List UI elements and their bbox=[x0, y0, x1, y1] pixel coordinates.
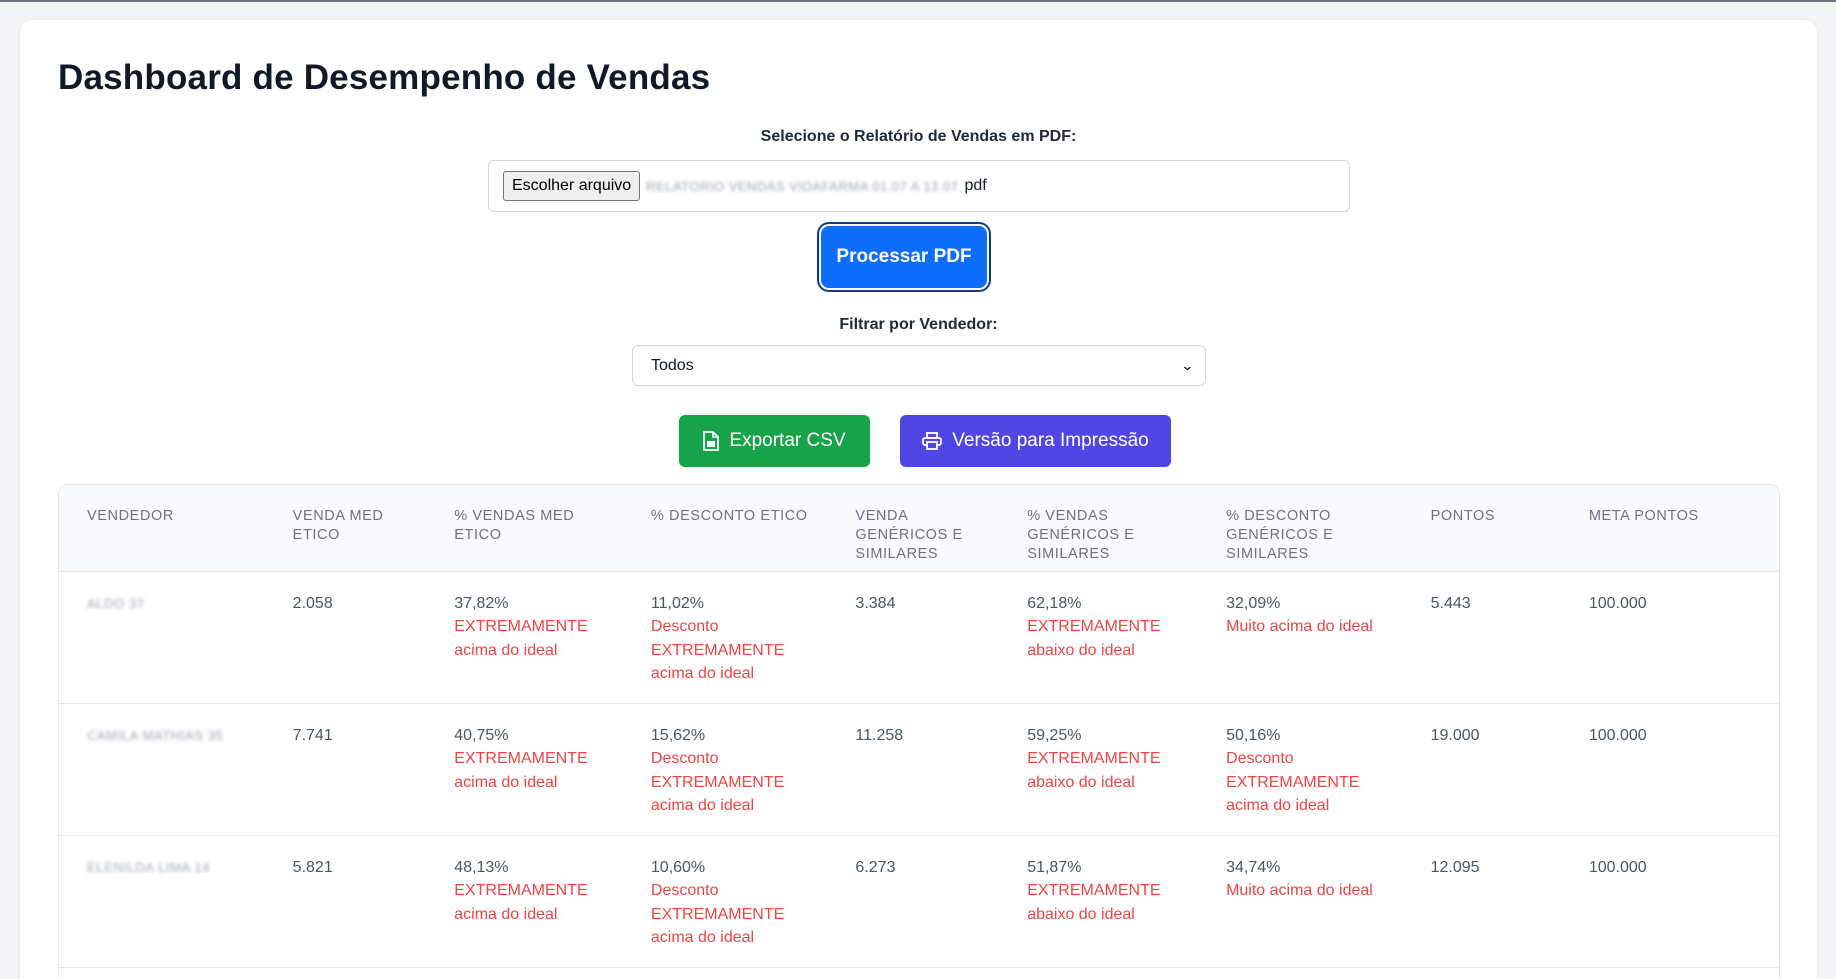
process-pdf-button[interactable]: Processar PDF bbox=[821, 226, 987, 288]
warning-note: Desconto EXTREMAMENTE acima do ideal bbox=[650, 882, 785, 946]
seller-filter-select[interactable]: Todos ⌄ bbox=[632, 345, 1206, 386]
value: 40,75% bbox=[454, 726, 509, 744]
file-input[interactable]: Escolher arquivo RELATORIO VENDAS VIDAFA… bbox=[488, 160, 1350, 212]
venda-med-etico-cell: 7.741 bbox=[264, 703, 427, 836]
warning-note: EXTREMAMENTE abaixo do ideal bbox=[1027, 750, 1161, 791]
table-header-row: VENDEDOR VENDA MED ETICO % VENDAS MED ET… bbox=[59, 485, 1779, 572]
venda-med-etico-cell: 5.821 bbox=[264, 835, 427, 968]
printer-icon bbox=[922, 432, 943, 450]
meta-pontos-cell: 100.000 bbox=[1560, 703, 1779, 836]
pct-vendas-genericos-cell: 62,18% EXTREMAMENTE abaixo do ideal bbox=[999, 571, 1199, 704]
print-version-label: Versão para Impressão bbox=[952, 430, 1149, 451]
pontos-cell: 19.000 bbox=[1402, 703, 1561, 836]
warning-note: EXTREMAMENTE abaixo do ideal bbox=[1027, 882, 1161, 923]
warning-note: Muito acima do ideal bbox=[1226, 882, 1373, 899]
value: 37,82% bbox=[454, 594, 509, 612]
venda-genericos-cell: 11.258 bbox=[827, 703, 1000, 836]
seller-filter-value: Todos bbox=[651, 356, 694, 374]
column-header[interactable]: META PONTOS bbox=[1560, 485, 1779, 572]
seller-name-blurred: ELENILDA LIMA 14 bbox=[87, 859, 211, 875]
warning-note: EXTREMAMENTE acima do ideal bbox=[454, 618, 588, 659]
seller-name-blurred: CAMILA MATHIAS 35 bbox=[87, 727, 224, 743]
value: 59,25% bbox=[1027, 726, 1082, 744]
print-version-button[interactable]: Versão para Impressão bbox=[900, 415, 1171, 467]
column-header[interactable]: VENDA MED ETICO bbox=[264, 485, 427, 572]
dashboard-card: Dashboard de Desempenho de Vendas Seleci… bbox=[20, 20, 1817, 979]
pct-vendas-genericos-cell: 59,25% EXTREMAMENTE abaixo do ideal bbox=[999, 703, 1199, 836]
pct-vendas-med-etico-cell: 40,75% EXTREMAMENTE acima do ideal bbox=[426, 703, 623, 836]
warning-note: Desconto EXTREMAMENTE acima do ideal bbox=[650, 750, 785, 814]
warning-note: Desconto EXTREMAMENTE acima do ideal bbox=[650, 618, 785, 682]
seller-name-blurred: ALDO 37 bbox=[87, 595, 145, 611]
column-header[interactable]: % VENDAS GENÉRICOS E SIMILARES bbox=[999, 485, 1199, 572]
pct-desconto-genericos-cell: 50,16% Desconto EXTREMAMENTE acima do ide… bbox=[1198, 703, 1403, 836]
warning-note: Muito acima do ideal bbox=[1226, 618, 1373, 635]
value: 51,87% bbox=[1027, 858, 1082, 876]
pct-vendas-med-etico-cell: 48,13% EXTREMAMENTE acima do ideal bbox=[426, 835, 623, 968]
chevron-down-icon: ⌄ bbox=[1180, 357, 1195, 373]
column-header[interactable]: VENDEDOR bbox=[59, 485, 265, 572]
value: 50,16% bbox=[1226, 726, 1281, 744]
pontos-cell: 12.095 bbox=[1402, 835, 1561, 968]
seller-cell: ELENILDA LIMA 14 bbox=[59, 835, 265, 968]
file-name-blurred: RELATORIO VENDAS VIDAFARMA 01.07 A 13.07… bbox=[646, 178, 963, 194]
value: 11,02% bbox=[650, 594, 704, 612]
pontos-cell: 5.443 bbox=[1402, 571, 1561, 704]
export-csv-button[interactable]: Exportar CSV bbox=[679, 415, 870, 467]
seller-cell: ALDO 37 bbox=[59, 571, 265, 704]
warning-note: EXTREMAMENTE acima do ideal bbox=[454, 750, 588, 791]
sales-table: VENDEDOR VENDA MED ETICO % VENDAS MED ET… bbox=[59, 485, 1779, 968]
pct-desconto-etico-cell: 11,02% Desconto EXTREMAMENTE acima do ide… bbox=[622, 571, 828, 704]
meta-pontos-cell: 100.000 bbox=[1560, 835, 1779, 968]
table-row: ALDO 37 2.058 37,82% EXTREMAMENTE acima d… bbox=[59, 571, 1779, 704]
column-header[interactable]: % DESCONTO GENÉRICOS E SIMILARES bbox=[1198, 485, 1403, 572]
column-header[interactable]: PONTOS bbox=[1402, 485, 1561, 572]
value: 34,74% bbox=[1226, 858, 1281, 876]
venda-genericos-cell: 6.273 bbox=[827, 835, 1000, 968]
column-header[interactable]: % VENDAS MED ETICO bbox=[426, 485, 623, 572]
value: 62,18% bbox=[1027, 594, 1082, 612]
seller-cell: CAMILA MATHIAS 35 bbox=[59, 703, 265, 836]
value: 48,13% bbox=[454, 858, 509, 876]
pct-vendas-med-etico-cell: 37,82% EXTREMAMENTE acima do ideal bbox=[426, 571, 623, 704]
page-title: Dashboard de Desempenho de Vendas bbox=[58, 58, 711, 97]
table-row: CAMILA MATHIAS 35 7.741 40,75% EXTREMAMEN… bbox=[59, 703, 1779, 836]
export-csv-label: Exportar CSV bbox=[729, 430, 846, 451]
pct-vendas-genericos-cell: 51,87% EXTREMAMENTE abaixo do ideal bbox=[999, 835, 1199, 968]
window-top-border bbox=[0, 0, 1836, 2]
column-header[interactable]: VENDA GENÉRICOS E SIMILARES bbox=[827, 485, 1000, 572]
warning-note: Desconto EXTREMAMENTE acima do ideal bbox=[1226, 750, 1360, 814]
choose-file-button[interactable]: Escolher arquivo bbox=[503, 171, 641, 201]
file-extension: pdf bbox=[964, 177, 987, 194]
value: 15,62% bbox=[650, 726, 706, 744]
upload-label: Selecione o Relatório de Vendas em PDF: bbox=[760, 128, 1077, 145]
file-csv-icon bbox=[703, 431, 720, 451]
column-header[interactable]: % DESCONTO ETICO bbox=[622, 485, 828, 572]
value: 32,09% bbox=[1226, 594, 1281, 612]
pct-desconto-etico-cell: 15,62% Desconto EXTREMAMENTE acima do ide… bbox=[622, 703, 828, 836]
pct-desconto-genericos-cell: 34,74% Muito acima do ideal bbox=[1198, 835, 1403, 968]
meta-pontos-cell: 100.000 bbox=[1560, 571, 1779, 704]
pct-desconto-genericos-cell: 32,09% Muito acima do ideal bbox=[1198, 571, 1403, 704]
table-row: ELENILDA LIMA 14 5.821 48,13% EXTREMAMENT… bbox=[59, 835, 1779, 968]
venda-med-etico-cell: 2.058 bbox=[264, 571, 427, 704]
venda-genericos-cell: 3.384 bbox=[827, 571, 1000, 704]
warning-note: EXTREMAMENTE acima do ideal bbox=[454, 882, 588, 923]
sales-table-container: VENDEDOR VENDA MED ETICO % VENDAS MED ET… bbox=[58, 484, 1780, 979]
action-buttons: Exportar CSV Versão para Impressão bbox=[20, 415, 1817, 467]
pct-desconto-etico-cell: 10,60% Desconto EXTREMAMENTE acima do ide… bbox=[622, 835, 828, 968]
warning-note: EXTREMAMENTE abaixo do ideal bbox=[1027, 618, 1161, 659]
value: 10,60% bbox=[650, 858, 706, 876]
filter-label: Filtrar por Vendedor: bbox=[839, 316, 998, 333]
